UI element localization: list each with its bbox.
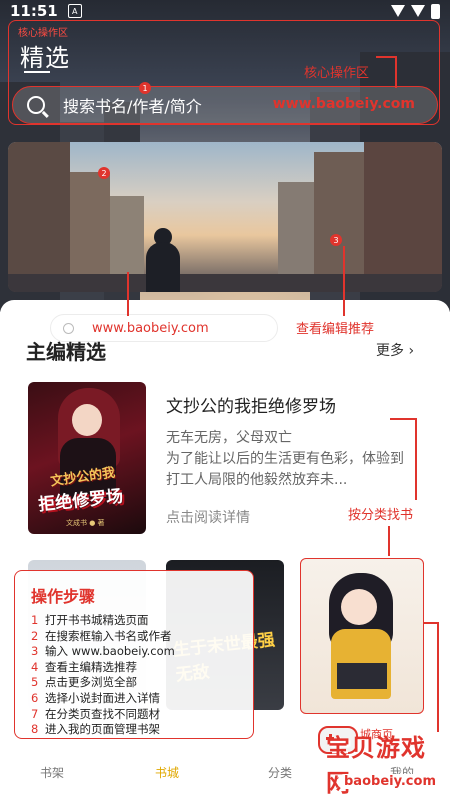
book-cover[interactable]: 文抄公的我 拒绝修罗场 文成书 ● 著 (28, 382, 146, 534)
cover-text: 拒绝修罗场 (37, 486, 125, 516)
core-area-annotation: 核心操作区 (304, 66, 370, 81)
nav-bookshelf[interactable]: 书架 (40, 764, 64, 781)
annotation-line (343, 246, 345, 316)
annotation-line (395, 56, 397, 88)
book-title[interactable]: 文抄公的我拒绝修罗场 (166, 392, 336, 417)
search-watermark: www.baobeiy.com (272, 96, 415, 112)
city-annotation: 城商页 (360, 728, 393, 741)
step-item: 1 打开书书城精选页面 (31, 613, 149, 627)
marker-3: 3 (330, 234, 342, 246)
annotation-line (388, 526, 390, 556)
banner-figure (146, 242, 180, 292)
search-placeholder: 搜索书名/作者/简介 (63, 97, 202, 116)
section-title: 主编精选 (26, 340, 106, 364)
category-annotation: 按分类找书 (348, 508, 414, 523)
book-card[interactable] (300, 558, 424, 714)
read-detail-link[interactable]: 点击阅读详情 (166, 507, 250, 527)
step-item: 6 选择小说封面进入详情 (31, 690, 160, 705)
status-bar: 11:51 A (0, 0, 450, 22)
nav-bookstore[interactable]: 书城 (155, 764, 179, 781)
status-time: 11:51 (10, 2, 58, 20)
battery-icon (431, 3, 440, 19)
search-icon (63, 322, 74, 334)
search-input[interactable]: 搜索书名/作者/简介 www.baobeiy.com (12, 86, 438, 124)
signal-icon (411, 5, 425, 17)
wifi-icon (391, 5, 405, 17)
annotation-line (415, 418, 417, 500)
cover-publisher: 文成书 ● 著 (66, 519, 105, 527)
search-icon[interactable] (27, 96, 45, 114)
annotation-line (390, 418, 416, 420)
nav-category[interactable]: 分类 (268, 764, 292, 781)
editor-pick-annotation: 查看编辑推荐 (296, 322, 375, 337)
step-item: 4 查看主编精选推荐 (31, 659, 137, 674)
step-item: 2 在搜索框输入书名或作者 (31, 628, 172, 643)
steps-title: 操作步骤 (31, 587, 96, 606)
title-underline (24, 71, 50, 73)
notification-icon: A (67, 4, 82, 18)
banner-annotation-url: www.baobeiy.com (92, 320, 209, 336)
step-item: 3 输入 www.baobeiy.com (31, 644, 175, 659)
marker-1: 1 (139, 82, 151, 94)
marker-2: 2 (98, 167, 110, 179)
step-item: 8 进入我的页面管理书架 (31, 722, 160, 737)
annotation-line (376, 56, 396, 58)
steps-panel: 操作步骤 1 打开书书城精选页面 2 在搜索框输入书名或作者 3 输入 www.bao… (14, 570, 254, 739)
annotation-line (424, 622, 438, 624)
page-title[interactable]: 精选 (20, 38, 70, 73)
step-item: 7 在分类页查找不同题材 (31, 706, 160, 721)
book-description: 无车无房，父母双亡 为了能让以后的生活更有色彩，体验到打工人局限的他毅然放弃未.… (166, 430, 404, 488)
banner-carousel[interactable] (8, 142, 442, 292)
annotation-line (437, 622, 439, 732)
core-area-tag: 核心操作区 (18, 28, 68, 39)
more-label: 更多 (376, 343, 404, 359)
watermark-url: baobeiy.com (338, 774, 442, 789)
annotation-line (127, 272, 129, 316)
chevron-right-icon: › (408, 343, 415, 359)
more-link[interactable]: 更多 › (376, 340, 414, 360)
step-item: 5 点击更多浏览全部 (31, 675, 137, 690)
